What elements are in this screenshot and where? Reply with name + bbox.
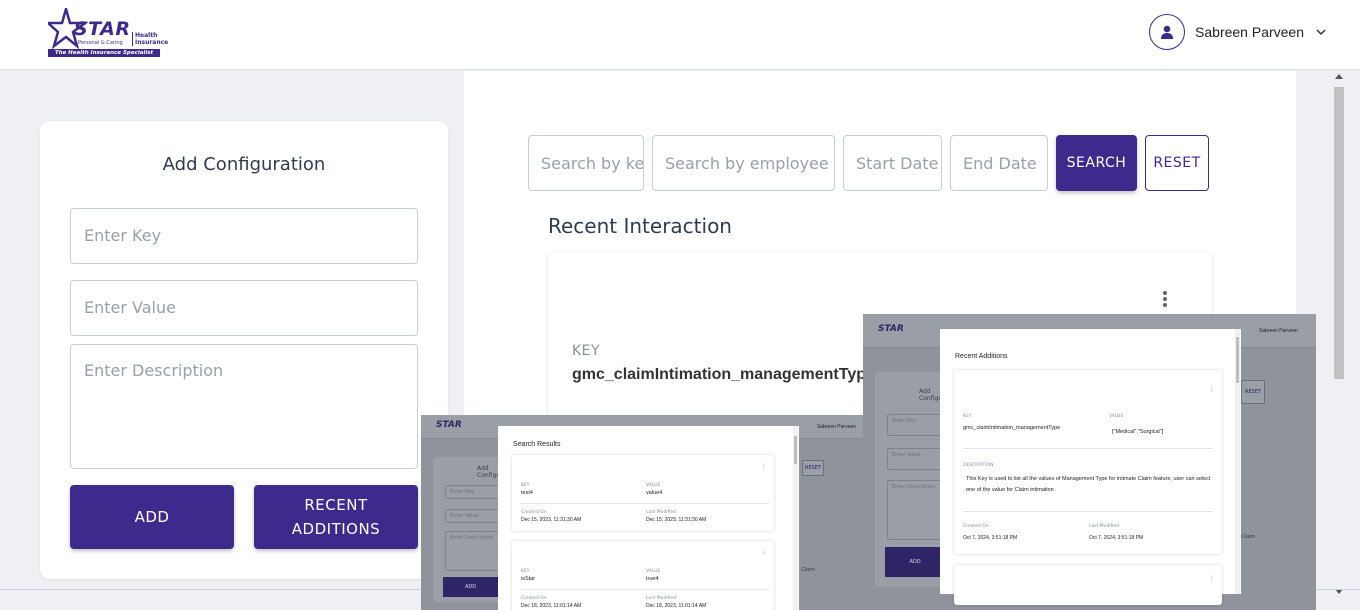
result-created-label: Created On	[521, 596, 547, 601]
thumb-add-button: ADD	[885, 547, 945, 577]
logo-tagline: Personal & Caring	[78, 40, 123, 46]
addition-modified-label: Last Modified	[1089, 524, 1120, 529]
user-icon	[1161, 25, 1174, 39]
result-value-label: VALUE	[646, 483, 661, 488]
result-key: isStar	[521, 576, 536, 582]
start-date-input[interactable]: Start Date	[843, 135, 942, 191]
chevron-down-icon[interactable]	[1314, 25, 1328, 39]
top-bar: STAR Personal & Caring Health Insurance …	[0, 0, 1360, 70]
key-value: gmc_claimIntimation_managementType	[572, 366, 875, 383]
addition-divider	[963, 448, 1213, 449]
result-value: value4	[646, 490, 663, 496]
thumb-logo: STAR	[878, 324, 904, 334]
addition-value-label: VALUE	[1109, 414, 1124, 419]
addition-created: Oct 7, 2024, 3:51:18 PM	[963, 535, 1018, 541]
modal-scrollbar	[793, 426, 798, 610]
star-health-logo[interactable]: STAR Personal & Caring Health Insurance …	[48, 8, 168, 58]
thumb-value-input: Enter Value	[445, 509, 503, 523]
page-scrollbar[interactable]	[1332, 71, 1346, 601]
logo-strip: The Health Insurance Specialist	[48, 49, 160, 57]
addition-description: This Key is used to list all the values …	[966, 476, 1211, 493]
result-more-icon: ⋮	[761, 463, 767, 470]
recent-additions-modal: Recent Additions ⋮ KEY gmc_claimIntimati…	[940, 329, 1241, 605]
search-results-modal: Search Results ⋮ KEY test4 VALUE value4 …	[498, 426, 799, 610]
result-divider	[521, 589, 769, 590]
thumb-side-text: Claim	[1241, 534, 1256, 540]
addition-created-label: Created On	[963, 524, 989, 529]
avatar[interactable]	[1149, 14, 1186, 50]
end-date-input[interactable]: End Date	[950, 135, 1048, 191]
search-button[interactable]: SEARCH	[1056, 135, 1137, 191]
key-label: KEY	[572, 343, 601, 359]
result-more-icon: ⋮	[761, 549, 767, 556]
result-created-label: Created On	[521, 510, 547, 515]
result-created: Dec 15, 2023, 11:31:30 AM	[521, 517, 582, 523]
addition-value: ["Medical","Surgical"]	[1112, 429, 1164, 435]
add-configuration-card: Add Configuration Enter Key Enter Value …	[40, 121, 448, 579]
result-value-label: VALUE	[646, 569, 661, 574]
addition-divider	[963, 511, 1213, 512]
more-options-icon[interactable]	[1162, 291, 1168, 309]
addition-more-icon: ⋮	[1209, 386, 1215, 393]
scroll-up-arrow-icon[interactable]	[1335, 74, 1343, 79]
thumb-reset-button: RESET	[1241, 380, 1265, 404]
thumb-user-name: Sabreen Parveen	[817, 424, 856, 430]
result-modified: Dec 15, 2023, 11:31:30 AM	[646, 517, 707, 523]
result-key: test4	[521, 490, 533, 496]
modal-scroll-thumb	[1236, 337, 1239, 383]
thumb-logo: STAR	[436, 420, 462, 430]
thumb-user-name: Sabreen Parveen	[1259, 328, 1298, 334]
addition-card: ⋮ KEY gmc_claimIntimation_managementType…	[954, 370, 1222, 554]
logo-brand-text: STAR	[74, 18, 131, 40]
logo-health-insurance: Health Insurance	[132, 32, 168, 46]
addition-description-label: DESCRIPTION	[963, 463, 994, 468]
result-key-label: KEY	[521, 483, 530, 488]
add-button[interactable]: ADD	[70, 485, 234, 549]
modal-title: Search Results	[513, 441, 561, 448]
thumb-description-input: Enter Description	[445, 531, 503, 571]
modal-scroll-thumb	[794, 436, 797, 464]
addition-modified: Oct 7, 2024, 3:51:18 PM	[1089, 535, 1144, 541]
value-input[interactable]: Enter Value	[70, 280, 418, 336]
modal-scrollbar	[1235, 329, 1240, 594]
search-results-thumbnail[interactable]: STAR Sabreen Parveen Add Configuration E…	[421, 415, 874, 610]
result-divider	[521, 503, 769, 504]
key-input[interactable]: Enter Key	[70, 208, 418, 264]
addition-key: gmc_claimIntimation_managementType	[963, 425, 1061, 431]
result-value: true4	[646, 576, 659, 582]
addition-key-label: KEY	[963, 414, 972, 419]
thumb-key-input: Enter Key	[445, 485, 503, 499]
thumb-add-button: ADD	[443, 577, 498, 597]
user-menu[interactable]: Sabreen Parveen	[1149, 13, 1328, 51]
result-modified-label: Last Modified	[646, 510, 677, 515]
addition-card: ⋮	[954, 565, 1222, 605]
result-modified-label: Last Modified	[646, 596, 677, 601]
user-name: Sabreen Parveen	[1195, 24, 1304, 40]
recent-interaction-title: Recent Interaction	[548, 214, 732, 238]
thumb-form-card: Add Configuration Enter Key Enter Value …	[433, 457, 518, 602]
scroll-thumb[interactable]	[1334, 87, 1344, 379]
reset-button[interactable]: RESET	[1145, 135, 1209, 191]
search-employee-input[interactable]: Search by employee	[652, 135, 835, 191]
recent-additions-button[interactable]: RECENT ADDITIONS	[254, 485, 418, 549]
modal-title: Recent Additions	[955, 353, 1008, 360]
result-card: ⋮ KEY test4 VALUE value4 Created On Dec …	[512, 455, 774, 531]
result-modified: Dec 18, 2023, 11:01:14 AM	[646, 603, 707, 609]
result-card: ⋮ KEY isStar VALUE true4 Created On Dec …	[512, 541, 774, 610]
addition-more-icon: ⋮	[1209, 575, 1215, 582]
result-key-label: KEY	[521, 569, 530, 574]
recent-additions-thumbnail[interactable]: STAR Sabreen Parveen Add Configuration E…	[863, 314, 1316, 610]
result-created: Dec 18, 2023, 11:01:14 AM	[521, 603, 582, 609]
description-textarea[interactable]: Enter Description	[70, 344, 418, 469]
thumb-reset-button: RESET	[802, 460, 824, 476]
card-title: Add Configuration	[162, 154, 326, 175]
thumb-side-text: Claim	[801, 567, 816, 573]
search-key-input[interactable]: Search by key	[528, 135, 644, 191]
